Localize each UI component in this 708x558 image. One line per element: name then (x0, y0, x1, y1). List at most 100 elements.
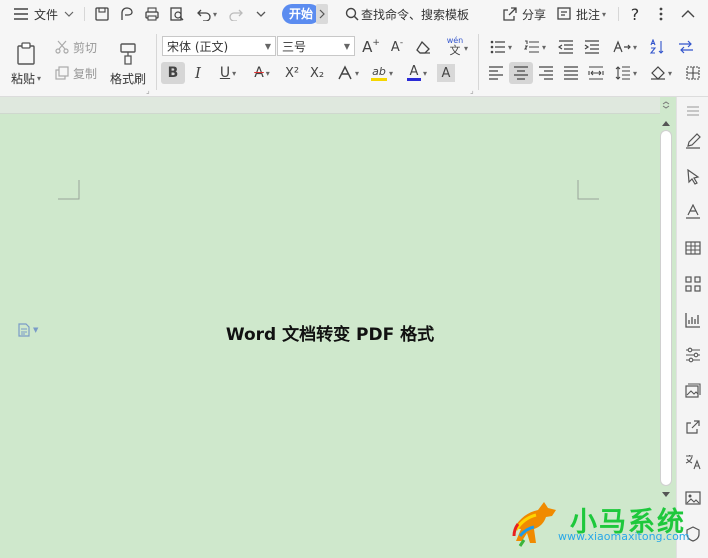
strikethrough-button[interactable]: A ▾ (248, 62, 276, 84)
justify-icon[interactable] (561, 63, 581, 83)
paste-label: 粘贴 (10, 71, 35, 86)
share-button[interactable]: 分享 (502, 4, 546, 24)
clear-format-icon[interactable] (414, 37, 434, 57)
text-direction-button[interactable]: ▾ (610, 37, 640, 57)
ruler-strip (0, 97, 660, 114)
subscript-label: X₂ (309, 65, 325, 81)
italic-label: I (195, 64, 201, 82)
undo-button[interactable]: ▾ (194, 4, 220, 24)
tab-start[interactable]: 开始 (282, 4, 321, 24)
shading-button[interactable]: ▾ (647, 63, 675, 83)
font-size-select[interactable]: 三号 ▼ (277, 36, 355, 56)
translate-icon[interactable] (685, 454, 701, 470)
align-left-icon[interactable] (486, 63, 506, 83)
underline-button[interactable]: U ▾ (213, 62, 243, 84)
distributed-align-icon[interactable] (586, 63, 606, 83)
align-center-icon[interactable] (509, 62, 533, 84)
more-options-icon[interactable] (655, 4, 667, 24)
text-effect-button[interactable]: ▾ (334, 62, 362, 84)
clipboard-group-launcher-icon[interactable]: ⌟ (146, 86, 150, 95)
apps-grid-icon[interactable] (685, 276, 701, 292)
sort-icon[interactable] (648, 37, 666, 57)
font-color-button[interactable]: A ▾ (402, 62, 432, 84)
split-view-icon[interactable] (660, 100, 672, 110)
file-menu[interactable]: 文件 (34, 4, 74, 24)
hamburger-icon[interactable] (12, 4, 30, 24)
subscript-button[interactable]: X₂ (306, 62, 328, 84)
font-size-value: 三号 (282, 39, 307, 54)
command-search[interactable]: 查找命令、搜索模板 (345, 4, 469, 24)
strikethrough-label: A (254, 65, 264, 81)
caret-down-icon: ▾ (667, 68, 672, 78)
customize-toolbar-icon[interactable] (254, 4, 268, 24)
watermark-url: www.xiaomaxitong.com (558, 530, 690, 543)
increase-indent-icon[interactable] (582, 37, 602, 57)
scroll-up-icon[interactable] (660, 118, 672, 128)
share-icon (503, 7, 517, 21)
numbered-list-button[interactable]: ▾ (520, 37, 550, 57)
cursor-icon[interactable] (685, 169, 701, 185)
line-spacing-icon (615, 66, 630, 80)
caret-down-icon: ▾ (212, 9, 217, 19)
caret-down-icon: ▾ (232, 68, 237, 78)
divider (478, 34, 479, 90)
more-tabs-button[interactable] (316, 4, 328, 24)
annotate-label: 批注 (576, 7, 601, 22)
redo-icon[interactable] (228, 4, 244, 24)
adjust-icon[interactable] (685, 347, 701, 363)
bold-button[interactable]: B (161, 62, 185, 84)
show-marks-icon[interactable] (676, 37, 696, 57)
style-icon[interactable] (685, 204, 701, 220)
save-icon[interactable] (93, 4, 111, 24)
grow-font-icon[interactable]: A + (361, 37, 381, 57)
image-icon[interactable] (685, 383, 701, 399)
sidebar-menu-icon[interactable] (685, 103, 701, 119)
document-heading[interactable]: Word 文档转变 PDF 格式 (120, 320, 540, 345)
numbered-list-icon (523, 40, 539, 53)
copy-icon (55, 66, 69, 80)
font-name-select[interactable]: 宋体 (正文) ▼ (162, 36, 276, 56)
format-painter-button[interactable]: 格式刷 (108, 36, 148, 92)
table-icon[interactable] (685, 240, 701, 256)
export-icon[interactable] (685, 419, 701, 435)
align-right-icon[interactable] (536, 63, 556, 83)
chevron-down-icon (64, 11, 74, 17)
paragraph-layout-button[interactable]: ▼ (18, 323, 38, 337)
undo-icon (197, 9, 211, 21)
help-button[interactable]: ? (628, 4, 642, 24)
caret-down-icon: ▼ (33, 326, 39, 334)
horse-logo-icon (512, 502, 556, 547)
divider (618, 7, 619, 21)
collapse-ribbon-icon[interactable] (680, 4, 696, 24)
decrease-indent-icon[interactable] (556, 37, 576, 57)
shrink-font-icon[interactable]: A- (387, 37, 407, 57)
chart-icon[interactable] (685, 312, 701, 328)
document-icon (18, 323, 30, 337)
annotate-button[interactable]: 批注 ▾ (556, 4, 606, 24)
font-group-launcher-icon[interactable]: ⌟ (470, 86, 474, 95)
copy-label: 复制 (73, 66, 98, 81)
paste-button[interactable]: 粘贴 ▾ (10, 36, 42, 92)
tab-start-label: 开始 (282, 4, 321, 24)
caret-down-icon: ▾ (422, 68, 427, 78)
line-spacing-button[interactable]: ▾ (612, 63, 640, 83)
superscript-button[interactable]: X² (281, 62, 303, 84)
borders-icon[interactable] (684, 63, 702, 83)
pen-icon[interactable] (685, 133, 701, 149)
file-menu-label: 文件 (34, 7, 59, 22)
print-icon[interactable] (143, 4, 161, 24)
char-shading-button[interactable]: A (437, 64, 455, 82)
command-search-text: 查找命令、搜索模板 (361, 7, 470, 22)
italic-button[interactable]: I (188, 62, 208, 84)
clipboard-icon (17, 41, 35, 65)
copy-button[interactable]: 复制 (55, 64, 97, 82)
output-pdf-icon[interactable] (118, 4, 136, 24)
vertical-scrollbar[interactable] (660, 130, 672, 486)
cut-button[interactable]: 剪切 (55, 38, 97, 56)
bullet-list-button[interactable]: ▾ (486, 37, 516, 57)
caret-down-icon: ▾ (354, 68, 359, 78)
cut-label: 剪切 (73, 40, 98, 55)
highlight-button[interactable]: ab ▾ (367, 62, 397, 84)
print-preview-icon[interactable] (168, 4, 186, 24)
caret-down-icon: ▾ (37, 73, 42, 83)
